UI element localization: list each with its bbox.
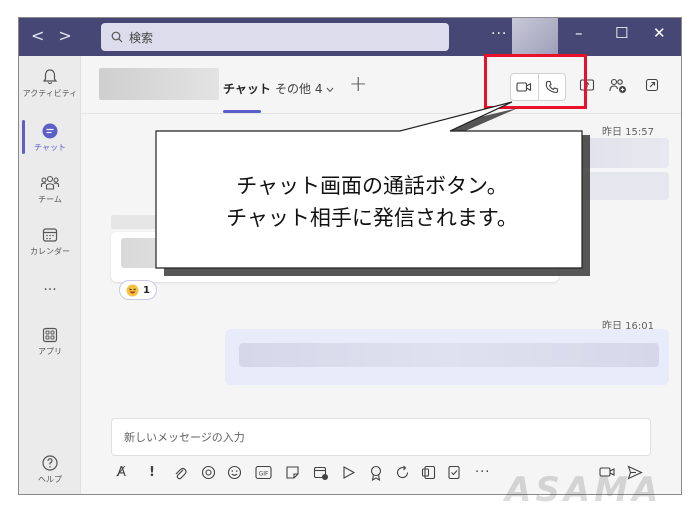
callout-line-2: チャット相手に発信されます。 bbox=[226, 206, 518, 230]
callout-line-1: チャット画面の通話ボタン。 bbox=[236, 174, 508, 198]
callout-balloon bbox=[155, 101, 590, 276]
watermark: ASAMA bbox=[505, 470, 663, 509]
callout-text: チャット画面の通話ボタン。 チャット相手に発信されます。 bbox=[162, 170, 582, 234]
